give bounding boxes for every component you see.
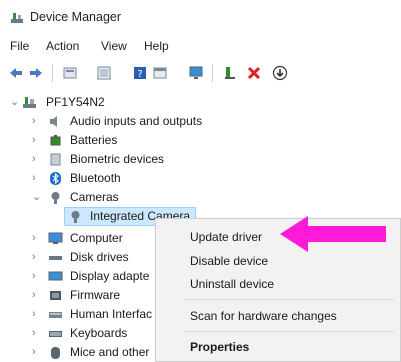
menu-scan-hardware[interactable]: Scan for hardware changes: [190, 309, 337, 323]
toolbar: ?: [0, 60, 401, 86]
tree-item-label: Keyboards: [70, 326, 128, 340]
help-book-icon[interactable]: ?: [132, 65, 148, 81]
tree-root[interactable]: ⌄ PF1Y54N2: [0, 93, 300, 112]
tree-item-label: Biometric devices: [70, 152, 165, 166]
human-interface-icon: [49, 312, 62, 318]
menu-uninstall-device[interactable]: Uninstall device: [190, 277, 274, 291]
tree-item-label: Batteries: [70, 133, 118, 147]
uninstall-red-x-icon[interactable]: [246, 65, 262, 81]
tree-item-label: Firmware: [70, 288, 120, 302]
keyboard-icon: [49, 331, 62, 337]
battery-icon: [50, 135, 61, 146]
monitor-icon[interactable]: [188, 65, 204, 81]
svg-text:?: ?: [137, 69, 142, 80]
tree-item-label: Bluetooth: [70, 171, 121, 185]
update-driver-icon[interactable]: [222, 65, 238, 81]
chevron-right-icon[interactable]: ›: [32, 172, 42, 184]
title-bar: Device Manager: [0, 0, 401, 34]
tree-item-label: Display adapte: [70, 269, 150, 283]
menu-action[interactable]: Action: [46, 39, 79, 53]
chevron-down-icon[interactable]: ⌄: [10, 96, 20, 108]
camera-icon: [51, 192, 60, 204]
back-arrow-icon[interactable]: [8, 65, 24, 81]
tree-item-label: Disk drives: [70, 250, 129, 264]
menu-update-driver[interactable]: Update driver: [190, 230, 262, 244]
toolbar-separator: [52, 64, 53, 82]
properties-grid-icon[interactable]: [62, 65, 78, 81]
toolbar-separator: [212, 64, 213, 82]
firmware-icon: [50, 291, 61, 300]
chevron-right-icon[interactable]: ›: [32, 270, 42, 282]
disk-drive-icon: [49, 256, 62, 260]
view-panel-icon[interactable]: [152, 65, 168, 81]
computer-root-icon: [23, 97, 36, 108]
chevron-down-icon[interactable]: ⌄: [32, 191, 42, 203]
menu-disable-device[interactable]: Disable device: [190, 254, 268, 268]
menu-properties[interactable]: Properties: [190, 340, 249, 354]
chevron-right-icon[interactable]: ›: [32, 251, 42, 263]
chevron-right-icon[interactable]: ›: [32, 308, 42, 320]
tree-root-label: PF1Y54N2: [46, 95, 105, 109]
menu-help[interactable]: Help: [144, 39, 169, 53]
menu-bar: File Action View Help: [0, 36, 401, 56]
chevron-right-icon[interactable]: ›: [32, 289, 42, 301]
mouse-icon: [51, 347, 60, 359]
menu-view[interactable]: View: [101, 39, 127, 53]
chevron-right-icon[interactable]: ›: [32, 346, 42, 358]
speaker-icon: [50, 116, 57, 127]
download-circle-icon[interactable]: [272, 65, 288, 81]
tree-item-label: Mice and other: [70, 345, 150, 359]
device-list-icon[interactable]: [96, 65, 112, 81]
tree-item-bluetooth[interactable]: › Bluetooth: [0, 169, 300, 188]
tree-item-biometric[interactable]: › Biometric devices: [0, 150, 300, 169]
forward-arrow-icon[interactable]: [28, 65, 44, 81]
tree-item-label: Computer: [70, 231, 123, 245]
window-title: Device Manager: [30, 10, 122, 24]
chevron-right-icon[interactable]: ›: [32, 134, 42, 146]
tree-item-label: Audio inputs and outputs: [70, 114, 203, 128]
tree-item-batteries[interactable]: › Batteries: [0, 131, 300, 150]
annotation-arrow-icon: [280, 216, 386, 252]
tree-item-label: Human Interfac: [70, 307, 153, 321]
chevron-right-icon[interactable]: ›: [32, 115, 42, 127]
chevron-right-icon[interactable]: ›: [32, 153, 42, 165]
menu-separator: [184, 331, 394, 332]
tree-item-audio[interactable]: › Audio inputs and outputs: [0, 112, 300, 131]
webcam-icon: [71, 211, 80, 223]
chevron-right-icon[interactable]: ›: [32, 327, 42, 339]
menu-file[interactable]: File: [10, 39, 29, 53]
device-manager-icon: [11, 13, 23, 23]
display-adapter-icon: [48, 271, 63, 281]
bluetooth-icon: [50, 172, 61, 185]
tree-item-label: Cameras: [70, 190, 119, 204]
fingerprint-icon: [50, 153, 61, 166]
chevron-right-icon[interactable]: ›: [32, 232, 42, 244]
tree-item-cameras[interactable]: ⌄ Cameras: [0, 188, 300, 207]
menu-separator: [184, 299, 394, 300]
computer-icon: [48, 232, 63, 244]
